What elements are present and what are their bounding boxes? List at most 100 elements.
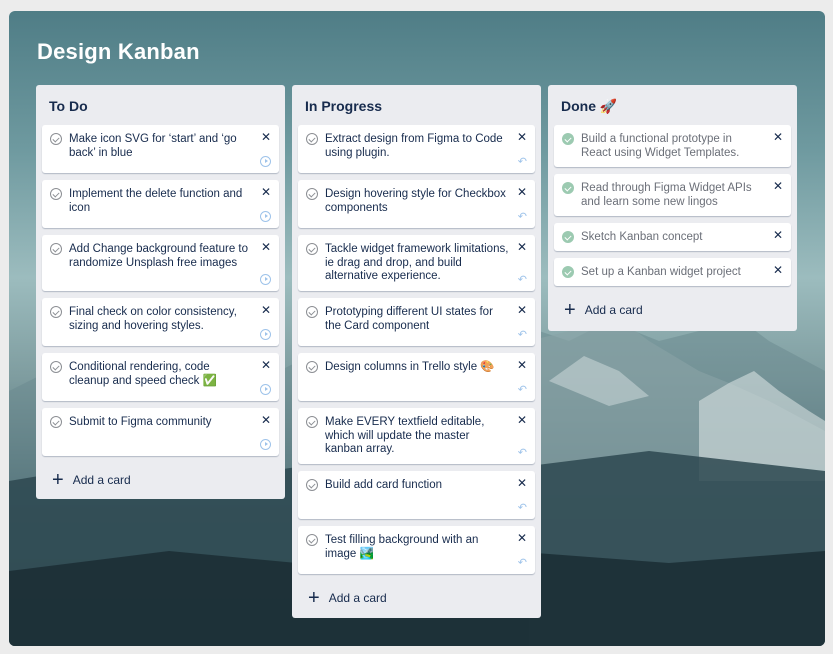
close-icon[interactable]: ✕: [261, 358, 271, 373]
close-icon[interactable]: ✕: [773, 263, 783, 278]
card-text[interactable]: Submit to Figma community: [69, 416, 212, 428]
check-circle-icon[interactable]: [306, 479, 318, 491]
card-text[interactable]: Make icon SVG for ‘start’ and ‘go back’ …: [69, 133, 237, 159]
card-text[interactable]: Set up a Kanban widget project: [581, 266, 741, 278]
card-text[interactable]: Make EVERY textfield editable, which wil…: [325, 416, 484, 455]
column-title[interactable]: In Progress: [298, 95, 535, 117]
close-icon[interactable]: ✕: [517, 303, 527, 318]
card-text[interactable]: Design columns in Trello style 🎨: [325, 361, 495, 373]
check-circle-icon[interactable]: [50, 416, 62, 428]
plus-icon: +: [308, 587, 320, 609]
card-text[interactable]: Sketch Kanban concept: [581, 231, 702, 243]
card-text[interactable]: Design hovering style for Checkbox compo…: [325, 188, 506, 214]
add-card-label: Add a card: [72, 473, 131, 487]
card-text[interactable]: Build add card function: [325, 479, 442, 491]
check-circle-icon[interactable]: [306, 243, 318, 255]
list-item[interactable]: Build a functional prototype in React us…: [554, 125, 791, 167]
check-circle-icon[interactable]: [306, 416, 318, 428]
play-circle-icon[interactable]: [260, 329, 271, 340]
list-item[interactable]: Extract design from Figma to Code using …: [298, 125, 535, 173]
list-item[interactable]: Implement the delete function and icon ✕: [42, 180, 279, 228]
undo-icon[interactable]: ↶: [518, 558, 527, 569]
close-icon[interactable]: ✕: [517, 531, 527, 546]
column-title[interactable]: To Do: [42, 95, 279, 117]
card-text[interactable]: Tackle widget framework limitations, ie …: [325, 243, 508, 282]
check-circle-icon[interactable]: [562, 182, 574, 194]
close-icon[interactable]: ✕: [517, 130, 527, 145]
list-item[interactable]: Design hovering style for Checkbox compo…: [298, 180, 535, 228]
undo-icon[interactable]: ↶: [518, 330, 527, 341]
undo-icon[interactable]: ↶: [518, 212, 527, 223]
check-circle-icon[interactable]: [50, 361, 62, 373]
close-icon[interactable]: ✕: [773, 228, 783, 243]
undo-icon[interactable]: ↶: [518, 503, 527, 514]
card-text[interactable]: Add Change background feature to randomi…: [69, 243, 248, 269]
close-icon[interactable]: ✕: [261, 303, 271, 318]
list-item[interactable]: Add Change background feature to randomi…: [42, 235, 279, 291]
card-text[interactable]: Conditional rendering, code cleanup and …: [69, 361, 217, 387]
list-item[interactable]: Test filling background with an image 🏞️…: [298, 526, 535, 574]
list-item[interactable]: Final check on color consistency, sizing…: [42, 298, 279, 346]
undo-icon[interactable]: ↶: [518, 157, 527, 168]
check-circle-icon[interactable]: [306, 534, 318, 546]
add-card-button[interactable]: + Add a card: [554, 293, 791, 327]
list-item[interactable]: Tackle widget framework limitations, ie …: [298, 235, 535, 291]
close-icon[interactable]: ✕: [261, 185, 271, 200]
list-item[interactable]: Prototyping different UI states for the …: [298, 298, 535, 346]
close-icon[interactable]: ✕: [261, 240, 271, 255]
card-text[interactable]: Build a functional prototype in React us…: [581, 133, 739, 159]
undo-icon[interactable]: ↶: [518, 275, 527, 286]
play-circle-icon[interactable]: [260, 274, 271, 285]
add-card-button[interactable]: + Add a card: [298, 581, 535, 615]
card-text[interactable]: Implement the delete function and icon: [69, 188, 242, 214]
play-circle-icon[interactable]: [260, 439, 271, 450]
list-item[interactable]: Make icon SVG for ‘start’ and ‘go back’ …: [42, 125, 279, 173]
play-circle-icon[interactable]: [260, 156, 271, 167]
list-item[interactable]: Conditional rendering, code cleanup and …: [42, 353, 279, 401]
card-text[interactable]: Extract design from Figma to Code using …: [325, 133, 503, 159]
check-circle-icon[interactable]: [562, 133, 574, 145]
card-text[interactable]: Test filling background with an image 🏞️: [325, 534, 478, 560]
close-icon[interactable]: ✕: [517, 476, 527, 491]
check-circle-icon[interactable]: [306, 133, 318, 145]
check-circle-icon[interactable]: [50, 188, 62, 200]
close-icon[interactable]: ✕: [517, 185, 527, 200]
list-item[interactable]: Read through Figma Widget APIs and learn…: [554, 174, 791, 216]
check-circle-icon[interactable]: [50, 243, 62, 255]
list-item[interactable]: Set up a Kanban widget project ✕: [554, 258, 791, 286]
play-circle-icon[interactable]: [260, 211, 271, 222]
plus-icon: +: [52, 469, 64, 491]
card-text[interactable]: Final check on color consistency, sizing…: [69, 306, 237, 332]
check-circle-icon[interactable]: [306, 306, 318, 318]
column-todo: To Do Make icon SVG for ‘start’ and ‘go …: [36, 85, 285, 499]
check-circle-icon[interactable]: [306, 188, 318, 200]
check-circle-icon[interactable]: [50, 133, 62, 145]
list-item[interactable]: Sketch Kanban concept ✕: [554, 223, 791, 251]
close-icon[interactable]: ✕: [261, 413, 271, 428]
close-icon[interactable]: ✕: [261, 130, 271, 145]
check-circle-icon[interactable]: [562, 266, 574, 278]
list-item[interactable]: Design columns in Trello style 🎨 ✕ ↶: [298, 353, 535, 401]
close-icon[interactable]: ✕: [517, 240, 527, 255]
play-circle-icon[interactable]: [260, 384, 271, 395]
undo-icon[interactable]: ↶: [518, 448, 527, 459]
close-icon[interactable]: ✕: [517, 358, 527, 373]
check-circle-icon[interactable]: [306, 361, 318, 373]
check-circle-icon[interactable]: [562, 231, 574, 243]
board-title[interactable]: Design Kanban: [37, 39, 200, 65]
close-icon[interactable]: ✕: [773, 130, 783, 145]
close-icon[interactable]: ✕: [773, 179, 783, 194]
check-circle-icon[interactable]: [50, 306, 62, 318]
list-item[interactable]: Make EVERY textfield editable, which wil…: [298, 408, 535, 464]
add-card-label: Add a card: [584, 303, 643, 317]
list-item[interactable]: Build add card function ✕ ↶: [298, 471, 535, 519]
card-text[interactable]: Read through Figma Widget APIs and learn…: [581, 182, 752, 208]
card-text[interactable]: Prototyping different UI states for the …: [325, 306, 493, 332]
list-item[interactable]: Submit to Figma community ✕: [42, 408, 279, 456]
column-title[interactable]: Done 🚀: [554, 95, 791, 117]
undo-icon[interactable]: ↶: [518, 385, 527, 396]
plus-icon: +: [564, 299, 576, 321]
kanban-board: Design Kanban To Do Make icon SVG for ‘s…: [9, 11, 825, 646]
close-icon[interactable]: ✕: [517, 413, 527, 428]
add-card-button[interactable]: + Add a card: [42, 463, 279, 497]
